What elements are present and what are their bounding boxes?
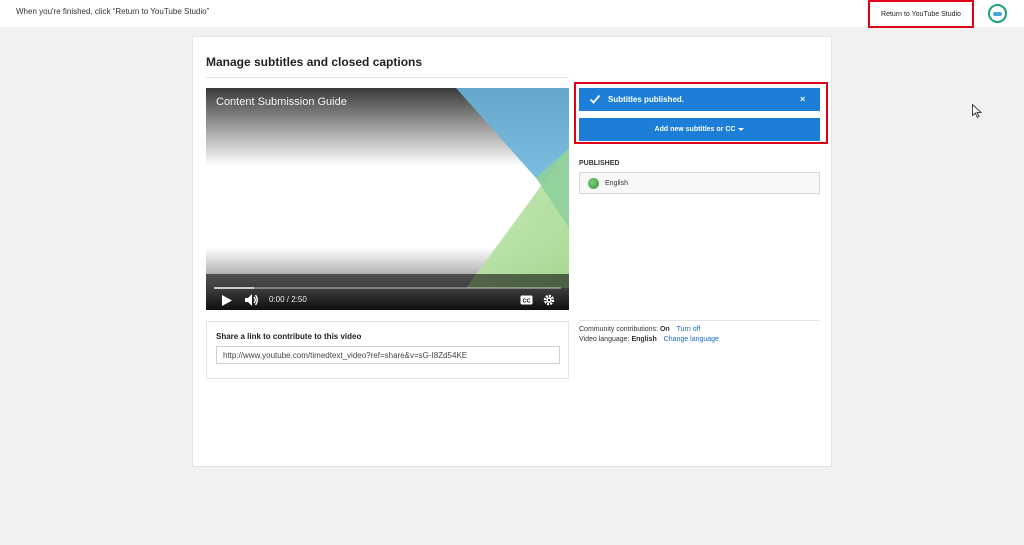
close-icon[interactable]: × [800,94,805,104]
change-language-link[interactable]: Change language [664,336,719,343]
title-divider [206,77,569,78]
add-subtitles-button[interactable]: Add new subtitles or CC [579,118,820,141]
mouse-cursor-icon [972,104,982,118]
check-icon [589,94,601,104]
video-frame [206,88,569,310]
volume-icon[interactable] [244,293,260,307]
add-subtitles-label: Add new subtitles or CC [654,126,736,133]
caret-down-icon [738,128,745,131]
language-name: English [605,180,628,187]
channel-avatar-icon[interactable] [988,4,1007,23]
published-language-row[interactable]: English [579,172,820,194]
community-contributions-line: Community contributions: On Turn off [579,326,700,333]
status-dot-icon [588,178,599,189]
community-value: On [659,326,670,333]
instruction-message: When you're finished, click “Return to Y… [16,7,210,16]
play-icon[interactable] [220,293,234,307]
turn-off-link[interactable]: Turn off [677,326,701,333]
progress-buffer [214,287,254,289]
gear-icon[interactable] [542,293,556,307]
main-card: Manage subtitles and closed captions Con… [192,36,832,467]
time-display: 0:00 / 2:50 [269,295,307,304]
cc-icon[interactable]: CC [519,294,533,306]
page-title: Manage subtitles and closed captions [206,55,423,69]
svg-text:CC: CC [522,298,530,304]
notification-text: Subtitles published. [608,95,685,104]
subtitles-published-notification: Subtitles published. × [579,88,820,111]
language-value: English [631,336,657,343]
language-label: Video language: [579,336,630,343]
community-label: Community contributions: [579,326,658,333]
return-to-studio-button[interactable]: Return to YouTube Studio [868,0,974,28]
share-url-input[interactable] [216,346,560,364]
video-player[interactable]: Content Submission Guide 0:00 / 2:50 CC [206,88,569,310]
video-title: Content Submission Guide [216,96,347,108]
progress-bar[interactable] [214,287,561,289]
avatar-logo [993,11,1002,16]
share-link-panel: Share a link to contribute to this video [206,321,569,379]
top-bar: When you're finished, click “Return to Y… [0,0,1024,28]
share-title: Share a link to contribute to this video [216,332,362,341]
info-divider [579,320,820,321]
published-heading: PUBLISHED [579,160,620,167]
video-language-line: Video language: English Change language [579,336,719,343]
